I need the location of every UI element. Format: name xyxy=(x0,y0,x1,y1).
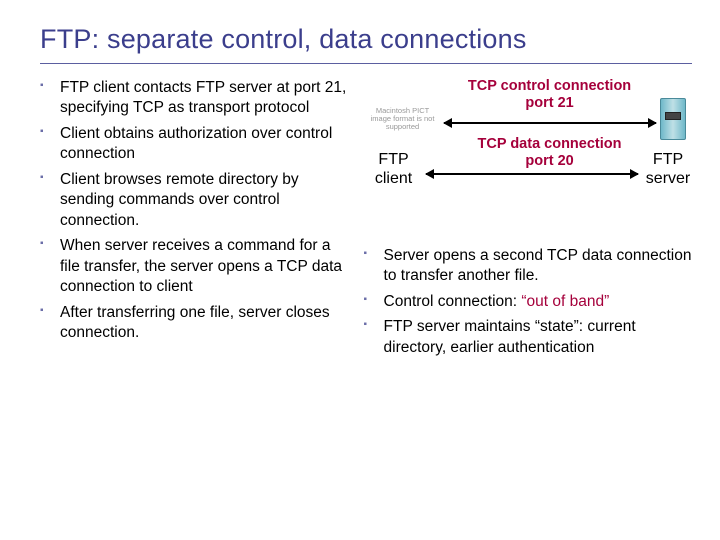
list-item: Server opens a second TCP data connectio… xyxy=(364,246,692,287)
label-text: TCP control connection xyxy=(468,78,631,94)
label-text: server xyxy=(646,170,690,187)
title-rule xyxy=(40,63,692,64)
double-arrow-icon xyxy=(444,122,656,124)
left-bullet-list: FTP client contacts FTP server at port 2… xyxy=(40,78,354,343)
list-item: FTP server maintains “state”: current di… xyxy=(364,317,692,358)
slide: FTP: separate control, data connections … xyxy=(0,0,720,540)
label-text: client xyxy=(375,170,412,187)
client-node-label: FTP client xyxy=(364,150,424,188)
right-column: TCP control connection port 21 Macintosh… xyxy=(364,78,692,363)
right-bullet-list: Server opens a second TCP data connectio… xyxy=(364,246,692,358)
list-item: Client obtains authorization over contro… xyxy=(40,124,354,165)
list-item: FTP client contacts FTP server at port 2… xyxy=(40,78,354,119)
bullet-text: Control connection: xyxy=(384,293,522,310)
ftp-diagram: TCP control connection port 21 Macintosh… xyxy=(364,78,692,238)
server-node-label: FTP server xyxy=(641,150,696,188)
quoted-text: “out of band” xyxy=(521,293,609,310)
slide-title: FTP: separate control, data connections xyxy=(40,24,692,55)
label-text: port 21 xyxy=(525,95,573,111)
left-column: FTP client contacts FTP server at port 2… xyxy=(40,78,354,363)
list-item: Client browses remote directory by sendi… xyxy=(40,170,354,231)
label-text: port 20 xyxy=(525,153,573,169)
data-connection-label: TCP data connection port 20 xyxy=(450,136,650,171)
list-item: After transferring one file, server clos… xyxy=(40,303,354,344)
pict-placeholder-icon: Macintosh PICT image format is not suppo… xyxy=(368,98,438,140)
label-text: FTP xyxy=(653,151,683,168)
label-text: FTP xyxy=(378,151,408,168)
list-item: When server receives a command for a fil… xyxy=(40,236,354,297)
slide-body: FTP client contacts FTP server at port 2… xyxy=(40,78,692,363)
list-item: Control connection: “out of band” xyxy=(364,292,692,312)
double-arrow-icon xyxy=(426,173,638,175)
label-text: TCP data connection xyxy=(478,136,622,152)
control-connection-label: TCP control connection port 21 xyxy=(450,78,650,113)
server-icon xyxy=(660,98,686,140)
